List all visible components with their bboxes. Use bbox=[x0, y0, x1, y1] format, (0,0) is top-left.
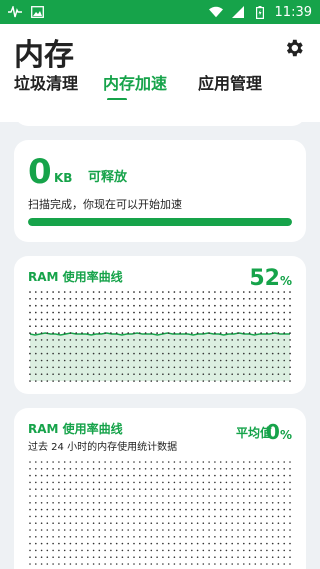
chart-grid bbox=[29, 461, 291, 565]
settings-button[interactable] bbox=[280, 34, 308, 62]
tab-junk-clean[interactable]: 垃圾清理 bbox=[14, 70, 78, 94]
ram-percent-value: 52 bbox=[249, 266, 280, 291]
ram-percent: 52% bbox=[249, 266, 292, 291]
free-memory-unit: KB bbox=[54, 171, 73, 185]
free-memory-card: 0 KB 可释放 扫描完成，你现在可以开始加速 bbox=[14, 140, 306, 242]
scan-status-text: 扫描完成，你现在可以开始加速 bbox=[28, 198, 182, 211]
ram-history-title: RAM 使用率曲线 bbox=[28, 422, 123, 436]
ram-usage-card: RAM 使用率曲线 52% bbox=[14, 256, 306, 394]
collapsed-card bbox=[14, 100, 306, 126]
scan-progress-bar bbox=[28, 218, 292, 226]
tab-app-manager[interactable]: 应用管理 bbox=[198, 70, 262, 94]
ram-percent-symbol: % bbox=[279, 274, 292, 288]
free-memory-label: 可释放 bbox=[88, 170, 128, 185]
pulse-icon bbox=[8, 5, 22, 19]
signal-icon bbox=[231, 5, 245, 19]
average-value: 0% bbox=[266, 420, 292, 444]
average-value-number: 0 bbox=[266, 420, 280, 444]
battery-icon bbox=[253, 5, 267, 19]
status-time: 11:39 bbox=[274, 4, 312, 20]
average-value-symbol: % bbox=[279, 428, 292, 442]
page-title: 内存 bbox=[14, 38, 74, 73]
ram-history-card: RAM 使用率曲线 过去 24 小时的内存使用统计数据 平均值 0% bbox=[14, 408, 306, 569]
tab-memory-boost[interactable]: 内存加速 bbox=[103, 70, 167, 94]
free-memory-value: 0 bbox=[28, 152, 52, 192]
gear-icon bbox=[286, 39, 303, 57]
image-icon bbox=[30, 5, 44, 19]
ram-chart-title: RAM 使用率曲线 bbox=[28, 270, 123, 284]
wifi-icon bbox=[208, 5, 223, 19]
ram-area-fill bbox=[30, 333, 290, 381]
ram-history-subtitle: 过去 24 小时的内存使用统计数据 bbox=[28, 442, 178, 453]
scan-progress-fill bbox=[28, 218, 292, 226]
status-bar: 11:39 bbox=[0, 0, 320, 24]
